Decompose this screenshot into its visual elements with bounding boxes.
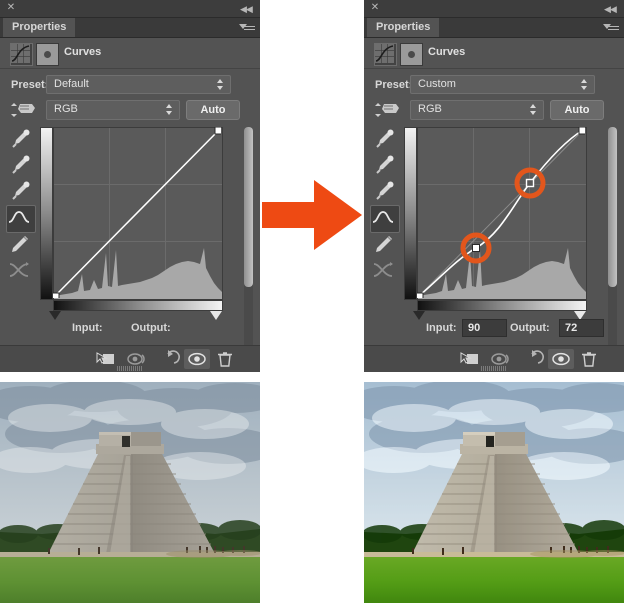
curve-tool-rail bbox=[370, 127, 400, 287]
photo-after bbox=[364, 382, 624, 603]
tone-curve-line-after[interactable] bbox=[417, 127, 585, 298]
input-label: Input: bbox=[72, 322, 103, 334]
delete-layer-button[interactable] bbox=[212, 349, 238, 369]
preset-row: Preset: Default bbox=[0, 75, 260, 95]
output-label: Output: bbox=[131, 322, 171, 334]
curves-graph-before[interactable] bbox=[40, 127, 223, 320]
preset-label: Preset: bbox=[375, 79, 413, 91]
white-point-eyedropper-icon[interactable] bbox=[370, 179, 398, 205]
panel-menu-icon[interactable] bbox=[603, 22, 619, 33]
delete-layer-button[interactable] bbox=[576, 349, 602, 369]
output-value-field[interactable]: 72 bbox=[559, 319, 604, 337]
pencil-tool-icon[interactable] bbox=[370, 233, 398, 259]
curve-point-tool-icon[interactable] bbox=[6, 205, 36, 233]
pencil-tool-icon[interactable] bbox=[6, 233, 34, 259]
transform-arrow bbox=[262, 180, 362, 250]
input-label: Input: bbox=[426, 322, 457, 334]
output-label: Output: bbox=[510, 322, 550, 334]
smooth-curve-icon[interactable] bbox=[6, 259, 34, 285]
vertical-gradient-bar bbox=[404, 127, 417, 300]
adjustment-header: Curves bbox=[364, 38, 624, 69]
reset-adjustment-button[interactable] bbox=[520, 349, 546, 369]
curve-tool-rail bbox=[6, 127, 36, 287]
on-image-adjust-icon[interactable] bbox=[374, 101, 402, 119]
layer-mask-thumbnail[interactable] bbox=[400, 43, 423, 66]
panel-body: Preset: Default RGB Auto Input: Output: bbox=[0, 69, 260, 372]
reset-adjustment-button[interactable] bbox=[156, 349, 182, 369]
preset-value: Default bbox=[54, 78, 89, 90]
panel-footer bbox=[0, 345, 260, 372]
channel-value: RGB bbox=[418, 103, 442, 115]
channel-row: RGB Auto bbox=[0, 99, 260, 121]
panel-scrollbar[interactable] bbox=[244, 127, 253, 367]
tab-properties[interactable]: Properties bbox=[367, 18, 440, 37]
curves-adjustment-icon bbox=[10, 43, 33, 66]
auto-button[interactable]: Auto bbox=[550, 100, 604, 120]
curves-adjustment-icon bbox=[374, 43, 397, 66]
scrollbar-thumb[interactable] bbox=[608, 127, 617, 287]
toggle-visibility-button[interactable] bbox=[548, 349, 574, 369]
scrollbar-thumb[interactable] bbox=[244, 127, 253, 287]
channel-select[interactable]: RGB bbox=[46, 100, 180, 120]
input-output-row: Input: 90 Output: 72 bbox=[364, 319, 624, 339]
panel-tab-row: Properties bbox=[0, 18, 260, 38]
panel-scrollbar[interactable] bbox=[608, 127, 617, 367]
on-image-adjust-icon[interactable] bbox=[10, 101, 38, 119]
shadow-control-point bbox=[472, 244, 480, 252]
gray-point-eyedropper-icon[interactable] bbox=[370, 153, 398, 179]
black-point-eyedropper-icon[interactable] bbox=[370, 127, 398, 153]
curves-graph-after[interactable] bbox=[404, 127, 587, 320]
panel-titlebar: ✕ ◀◀ bbox=[0, 0, 260, 18]
channel-value: RGB bbox=[54, 103, 78, 115]
preset-row: Preset: Custom bbox=[364, 75, 624, 95]
curve-point-tool-icon[interactable] bbox=[370, 205, 400, 233]
preset-select[interactable]: Default bbox=[46, 75, 231, 94]
close-icon[interactable]: ✕ bbox=[6, 3, 16, 13]
adjustment-header: Curves bbox=[0, 38, 260, 69]
tab-properties[interactable]: Properties bbox=[3, 18, 76, 37]
smooth-curve-icon[interactable] bbox=[370, 259, 398, 285]
vertical-gradient-bar bbox=[40, 127, 53, 300]
highlight-control-point bbox=[525, 178, 535, 188]
resize-grip[interactable] bbox=[481, 366, 507, 371]
clip-to-layer-button[interactable] bbox=[456, 349, 482, 369]
input-value-field[interactable]: 90 bbox=[462, 319, 507, 337]
properties-panel-after: ✕ ◀◀ Properties Curves Preset: Custom RG… bbox=[364, 0, 624, 372]
white-point-eyedropper-icon[interactable] bbox=[6, 179, 34, 205]
comparison-stage: ✕ ◀◀ Properties Curves Preset: Default R… bbox=[0, 0, 624, 603]
resize-grip[interactable] bbox=[117, 366, 143, 371]
input-output-row: Input: Output: bbox=[0, 319, 260, 339]
close-icon[interactable]: ✕ bbox=[370, 3, 380, 13]
adjustment-title: Curves bbox=[428, 46, 466, 58]
panel-titlebar: ✕ ◀◀ bbox=[364, 0, 624, 18]
horizontal-gradient-bar bbox=[53, 300, 223, 311]
chevron-updown-icon bbox=[581, 79, 588, 90]
clip-to-layer-button[interactable] bbox=[92, 349, 118, 369]
chevron-updown-icon bbox=[530, 104, 537, 115]
chevron-updown-icon bbox=[217, 79, 224, 90]
channel-row: RGB Auto bbox=[364, 99, 624, 121]
adjustment-title: Curves bbox=[64, 46, 102, 58]
black-point-eyedropper-icon[interactable] bbox=[6, 127, 34, 153]
gray-point-eyedropper-icon[interactable] bbox=[6, 153, 34, 179]
preset-value: Custom bbox=[418, 78, 456, 90]
collapse-panel-icon[interactable]: ◀◀ bbox=[240, 4, 254, 14]
preset-label: Preset: bbox=[11, 79, 49, 91]
tone-curve-line-before[interactable] bbox=[53, 127, 221, 298]
photo-before bbox=[0, 382, 260, 603]
panel-footer bbox=[364, 345, 624, 372]
chevron-updown-icon bbox=[166, 104, 173, 115]
panel-tab-row: Properties bbox=[364, 18, 624, 38]
preset-select[interactable]: Custom bbox=[410, 75, 595, 94]
collapse-panel-icon[interactable]: ◀◀ bbox=[604, 4, 618, 14]
horizontal-gradient-bar bbox=[417, 300, 587, 311]
panel-menu-icon[interactable] bbox=[239, 22, 255, 33]
toggle-visibility-button[interactable] bbox=[184, 349, 210, 369]
panel-body: Preset: Custom RGB Auto Input: 90 Output… bbox=[364, 69, 624, 372]
properties-panel-before: ✕ ◀◀ Properties Curves Preset: Default R… bbox=[0, 0, 260, 372]
layer-mask-thumbnail[interactable] bbox=[36, 43, 59, 66]
channel-select[interactable]: RGB bbox=[410, 100, 544, 120]
auto-button[interactable]: Auto bbox=[186, 100, 240, 120]
